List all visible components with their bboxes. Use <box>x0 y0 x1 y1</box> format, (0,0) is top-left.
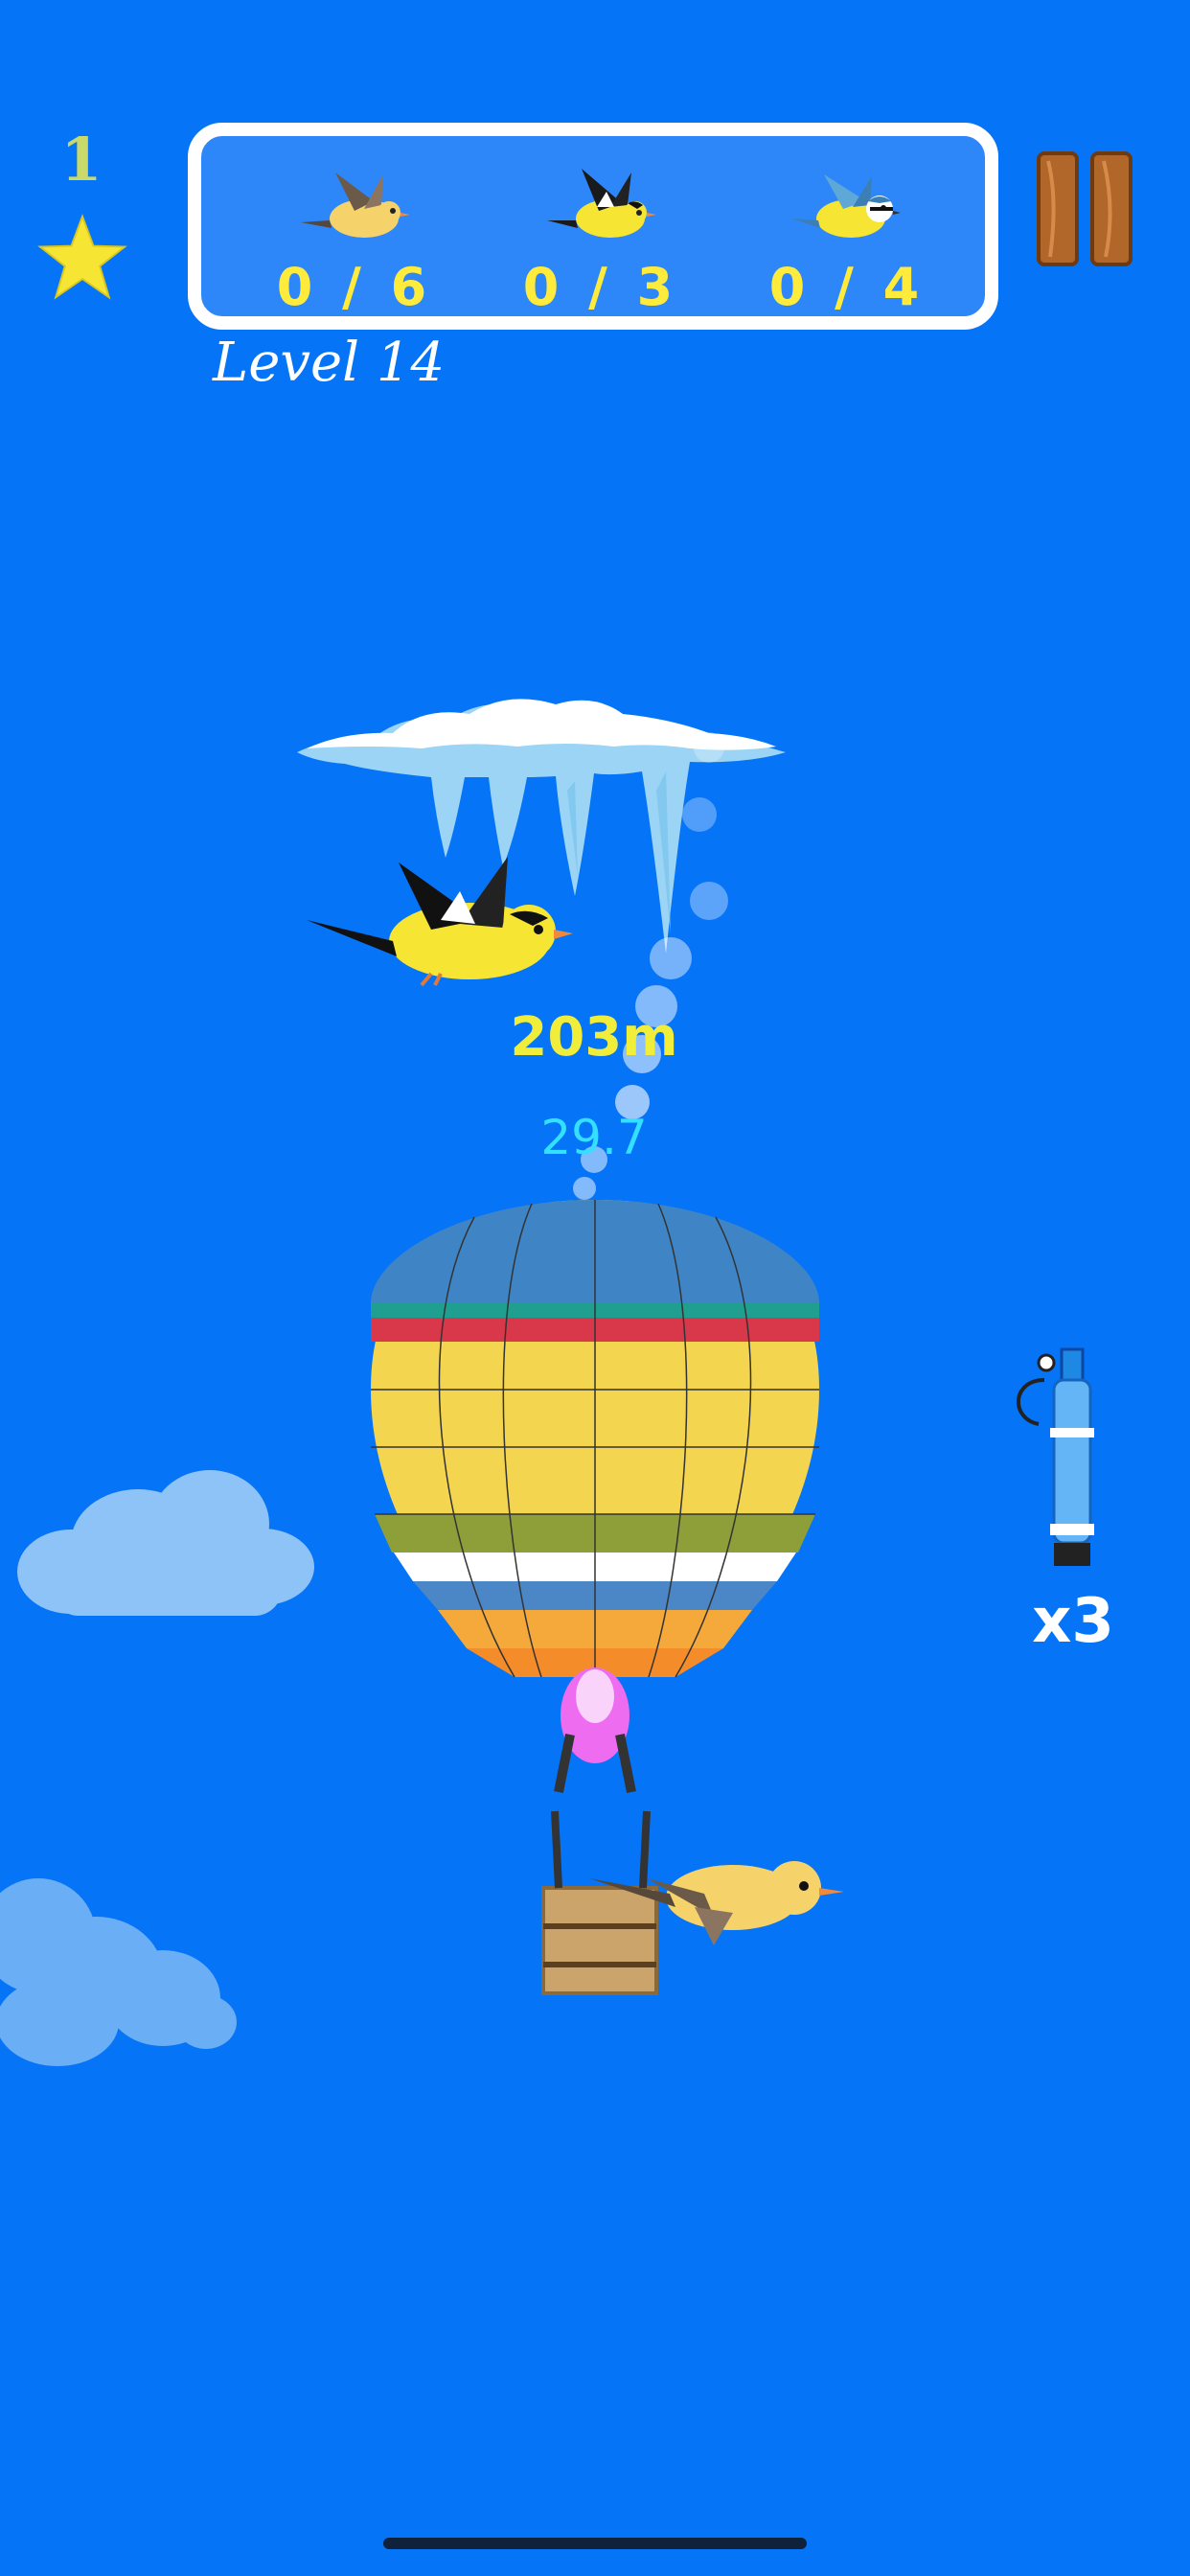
sparrow-icon <box>301 172 410 238</box>
level-label: Level 14 <box>213 332 446 394</box>
bluetit-icon <box>791 174 901 238</box>
goal-bluetit-count: 0 / 4 <box>768 257 926 317</box>
goal-sparrow-count: 0 / 6 <box>276 257 433 317</box>
gas-multiplier: x3 <box>1032 1586 1114 1657</box>
gas-canister-icon[interactable] <box>1006 1342 1121 1572</box>
goldfinch-bird <box>307 857 573 987</box>
speed-readout: 29.7 <box>540 1110 648 1165</box>
pause-button[interactable] <box>1037 151 1133 266</box>
sparrow-bird <box>589 1861 844 1945</box>
cloud-left <box>17 1470 314 1616</box>
altitude-readout: 203m <box>510 1006 678 1069</box>
goal-bluetit: 0 / 4 <box>751 163 943 317</box>
goldfinch-icon <box>547 169 656 238</box>
home-indicator[interactable] <box>383 2538 807 2549</box>
star-icon <box>37 214 127 300</box>
goal-goldfinch: 0 / 3 <box>505 163 697 317</box>
star-count: 1 <box>60 125 103 195</box>
bird-goals-panel: 0 / 6 0 / 3 0 / 4 <box>188 123 998 330</box>
goal-goldfinch-count: 0 / 3 <box>522 257 679 317</box>
cloud-bottom-left <box>0 1878 237 2066</box>
goal-sparrow: 0 / 6 <box>259 163 450 317</box>
